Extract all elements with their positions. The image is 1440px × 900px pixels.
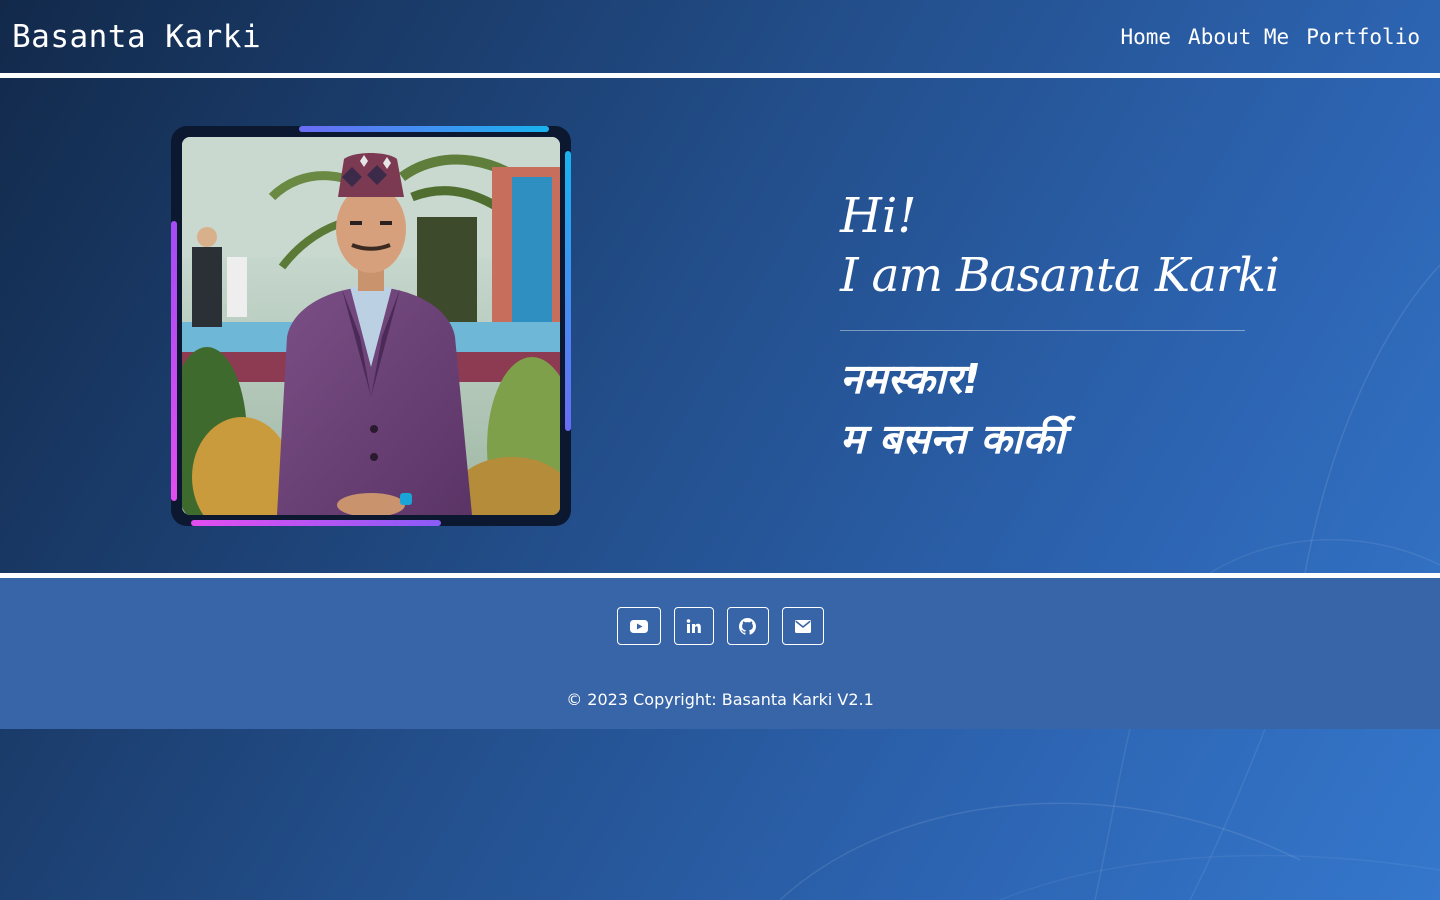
frame-accent-top	[299, 126, 549, 132]
greeting-hi: Hi!	[840, 188, 917, 244]
top-navbar: Basanta Karki Home About Me Portfolio	[0, 0, 1440, 73]
footer: © 2023 Copyright: Basanta Karki V2.1	[0, 578, 1440, 729]
youtube-button[interactable]	[616, 607, 661, 645]
linkedin-button[interactable]	[673, 607, 714, 645]
profile-photo-frame	[171, 126, 571, 526]
greeting-name-nepali: म बसन्त कार्की	[840, 415, 1065, 463]
linkedin-icon	[686, 618, 701, 633]
greeting-divider	[840, 330, 1245, 331]
greeting-block: Hi! I am Basanta Karki नमस्कार! म बसन्त …	[840, 186, 1280, 469]
copyright-text: © 2023 Copyright: Basanta Karki V2.1	[566, 690, 874, 709]
profile-photo-image	[182, 137, 560, 515]
profile-photo	[182, 137, 560, 515]
youtube-icon	[629, 619, 648, 633]
brand-link[interactable]: Basanta Karki	[12, 19, 261, 55]
nav-link-home[interactable]: Home	[1120, 25, 1171, 49]
github-button[interactable]	[726, 607, 769, 645]
greeting-name: I am Basanta Karki	[840, 248, 1280, 303]
nav-links: Home About Me Portfolio	[1120, 25, 1420, 49]
envelope-icon	[794, 619, 811, 633]
social-links	[0, 607, 1440, 645]
frame-accent-left	[171, 221, 177, 501]
greeting-namaskar: नमस्कार!	[840, 355, 981, 403]
frame-accent-right	[565, 151, 571, 431]
github-icon	[739, 617, 756, 635]
hero-section: Hi! I am Basanta Karki नमस्कार! म बसन्त …	[0, 78, 1440, 573]
frame-accent-bottom	[191, 520, 441, 526]
nav-link-portfolio[interactable]: Portfolio	[1306, 25, 1420, 49]
nav-link-about-me[interactable]: About Me	[1188, 25, 1289, 49]
email-button[interactable]	[781, 607, 824, 645]
